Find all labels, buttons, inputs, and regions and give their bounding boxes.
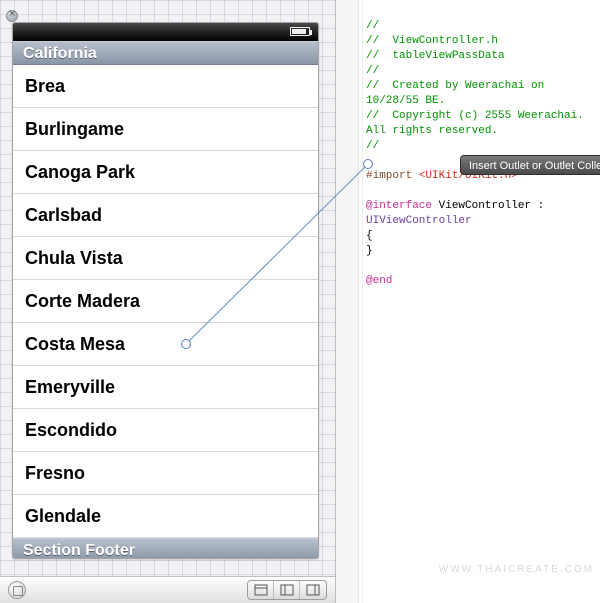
code-text: ViewController :: [432, 200, 551, 212]
watermark: WWW.THAICREATE.COM: [439, 564, 594, 575]
code-comment: //: [366, 20, 379, 32]
code-comment: // tableViewPassData: [366, 50, 505, 62]
close-scene-button[interactable]: [6, 10, 18, 22]
table-row[interactable]: Escondido: [13, 409, 318, 452]
table-row[interactable]: Burlingame: [13, 108, 318, 151]
table-row[interactable]: Brea: [13, 65, 318, 108]
iphone-preview[interactable]: California Brea Burlingame Canoga Park C…: [12, 22, 319, 559]
table-view[interactable]: Brea Burlingame Canoga Park Carlsbad Chu…: [13, 65, 318, 538]
layout-option-2[interactable]: [274, 581, 300, 599]
layout-segmented-control[interactable]: [247, 580, 327, 600]
code-preproc: #import: [366, 170, 419, 182]
code-comment: // Created by Weerachai on 10/28/55 BE.: [366, 80, 551, 107]
code-comment: // ViewController.h: [366, 35, 498, 47]
code-comment: // Copyright (c) 2555 Weerachai. All rig…: [366, 110, 590, 137]
code-keyword: @interface: [366, 200, 432, 212]
code-keyword: @end: [366, 275, 392, 287]
table-row[interactable]: Canoga Park: [13, 151, 318, 194]
table-row[interactable]: Chula Vista: [13, 237, 318, 280]
code-text: }: [366, 245, 373, 257]
table-row[interactable]: Emeryville: [13, 366, 318, 409]
layout-option-3[interactable]: [300, 581, 326, 599]
table-row[interactable]: Fresno: [13, 452, 318, 495]
table-section-header[interactable]: California: [13, 41, 318, 65]
document-outline-button[interactable]: [8, 581, 26, 599]
table-row[interactable]: Glendale: [13, 495, 318, 538]
outlet-hint-tooltip: Insert Outlet or Outlet Colle: [460, 155, 600, 175]
code-area[interactable]: // // ViewController.h // tableViewPassD…: [366, 4, 600, 304]
status-bar: [13, 23, 318, 41]
code-type: UIViewController: [366, 215, 472, 227]
code-text: {: [366, 230, 373, 242]
ib-canvas[interactable]: California Brea Burlingame Canoga Park C…: [0, 0, 336, 603]
table-section-footer[interactable]: Section Footer: [13, 538, 318, 559]
code-comment: //: [366, 140, 379, 152]
layout-option-1[interactable]: [248, 581, 274, 599]
editor-gutter: [336, 0, 359, 603]
code-comment: //: [366, 65, 379, 77]
source-editor[interactable]: // // ViewController.h // tableViewPassD…: [336, 0, 600, 603]
table-row[interactable]: Corte Madera: [13, 280, 318, 323]
ib-bottom-toolbar: [0, 576, 335, 603]
table-row[interactable]: Costa Mesa: [13, 323, 318, 366]
battery-icon: [290, 27, 310, 36]
table-row[interactable]: Carlsbad: [13, 194, 318, 237]
